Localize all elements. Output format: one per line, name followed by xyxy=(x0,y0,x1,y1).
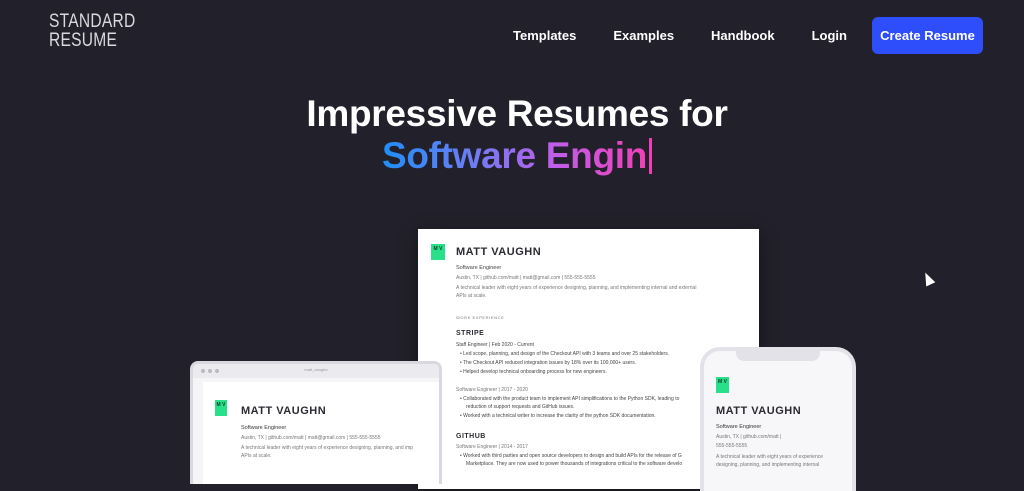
resume-bullet-6: Worked with third parties and open sourc… xyxy=(460,453,682,459)
resume-company-stripe: STRIPE xyxy=(456,330,485,337)
standard-resume-logo[interactable]: STANDARD RESUME xyxy=(49,11,136,51)
logo-line-1: STANDARD xyxy=(49,11,136,32)
resume-bullet-4: Collaborated with the product team to im… xyxy=(460,396,679,402)
phone-resume-contact-2: 555-555-5555 xyxy=(716,443,748,449)
phone-resume-summary-1: A technical leader with eight years of e… xyxy=(716,454,824,460)
resume-title: Software Engineer xyxy=(456,265,502,271)
laptop-monogram: M V xyxy=(215,400,227,416)
resume-role-2: Software Engineer | 2017 - 2020 xyxy=(456,387,528,393)
nav-handbook-link[interactable]: Handbook xyxy=(711,28,775,43)
logo-line-2: RESUME xyxy=(49,30,118,51)
resume-role-3: Software Engineer | 2014 - 2017 xyxy=(456,444,528,450)
top-nav: Templates Examples Handbook Login Create… xyxy=(513,16,983,54)
resume-section-heading: WORK EXPERIENCE xyxy=(456,315,505,320)
phone-resume-name: MATT VAUGHN xyxy=(716,405,802,417)
resume-summary-2: APIs at scale. xyxy=(456,293,487,299)
laptop-resume-name: MATT VAUGHN xyxy=(241,405,327,417)
nav-examples-link[interactable]: Examples xyxy=(613,28,674,43)
resume-bullet-6-cont: Marketplace. They are now used to power … xyxy=(466,461,683,467)
phone-mockup: M V MATT VAUGHN Software Engineer Austin… xyxy=(700,347,856,491)
hero-typed-line: Software Engin xyxy=(0,135,1024,177)
resume-bullet-5: Worked with a technical writer to increa… xyxy=(460,413,656,419)
phone-resume-title: Software Engineer xyxy=(716,424,762,430)
resume-bullet-1: Led scope, planning, and design of the C… xyxy=(460,351,669,357)
mouse-cursor-icon xyxy=(920,270,936,287)
laptop-tab-title: matt_vaughn xyxy=(304,367,328,372)
hero-heading: Impressive Resumes for xyxy=(306,93,728,134)
resume-bullet-4-cont: reduction of support requests and GitHub… xyxy=(466,404,575,410)
resume-contact: Austin, TX | github.com/matt | matt@gmai… xyxy=(456,275,596,281)
nav-login-link[interactable]: Login xyxy=(812,28,847,43)
resume-name: MATT VAUGHN xyxy=(456,246,542,258)
resume-bullet-3: Helped develop technical onboarding proc… xyxy=(460,369,607,375)
hero-typed-text: Software Engin xyxy=(381,135,648,176)
laptop-resume-contact: Austin, TX | github.com/matt | matt@gmai… xyxy=(241,435,381,441)
nav-templates-link[interactable]: Templates xyxy=(513,28,576,43)
phone-monogram: M V xyxy=(716,377,729,393)
resume-role-1: Staff Engineer | Feb 2020 - Current xyxy=(456,342,534,348)
laptop-resume-summary-1: A technical leader with eight years of e… xyxy=(241,445,414,451)
typing-caret xyxy=(649,138,653,174)
phone-resume-summary-2: designing, planning, and implementing in… xyxy=(716,462,820,468)
resume-monogram: M V xyxy=(431,244,445,260)
phone-resume-contact-1: Austin, TX | github.com/matt | xyxy=(716,434,782,440)
create-resume-button[interactable]: Create Resume xyxy=(872,16,983,54)
laptop-browser-bar: matt_vaughn xyxy=(193,364,439,378)
resume-bullet-2: The Checkout API reduced integration iss… xyxy=(460,360,636,366)
phone-notch xyxy=(736,351,820,361)
resume-summary-1: A technical leader with eight years of e… xyxy=(456,285,697,291)
laptop-resume-sheet: M V MATT VAUGHN Software Engineer Austin… xyxy=(203,382,439,484)
laptop-resume-summary-2: APIs at scale. xyxy=(241,453,272,459)
resume-company-github: GITHUB xyxy=(456,433,486,440)
laptop-resume-title: Software Engineer xyxy=(241,425,287,431)
